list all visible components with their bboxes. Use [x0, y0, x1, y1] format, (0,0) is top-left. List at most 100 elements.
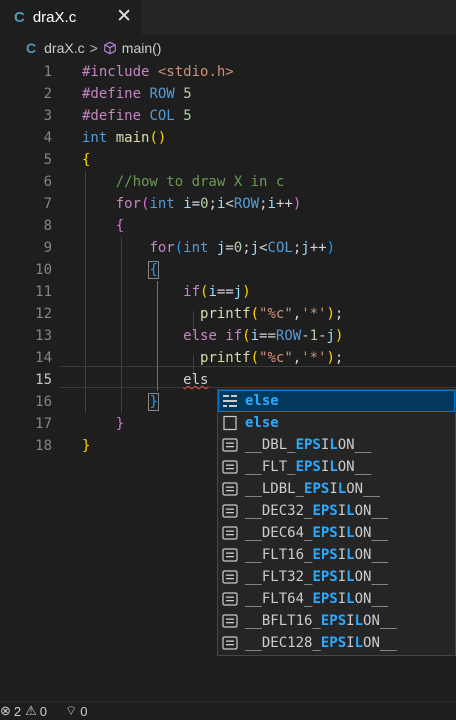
suggestion-item[interactable]: __DEC32_EPSILON__ — [218, 500, 455, 522]
code-line[interactable]: 1 #include <stdio.h> — [0, 61, 456, 83]
code-text: { — [148, 261, 159, 279]
code-line[interactable]: 5{ — [0, 149, 456, 171]
code-line[interactable]: 6 //how to draw X in c — [0, 171, 456, 193]
suggestion-label: __BFLT16_EPSILON__ — [245, 613, 397, 629]
suggestion-item[interactable]: __FLT64_EPSILON__ — [218, 588, 455, 610]
code-line[interactable]: 4 int main() — [0, 127, 456, 149]
code-line[interactable]: 3 #define COL 5 — [0, 105, 456, 127]
constant-icon — [221, 503, 239, 519]
code-text: //how to draw X in c — [115, 174, 285, 190]
constant-icon — [221, 635, 239, 651]
code-text: for(int j=0;j<COL;j++) — [149, 240, 335, 256]
warning-icon: ⚠ — [25, 703, 37, 718]
code-line[interactable]: 9 for(int j=0;j<COL;j++) — [0, 237, 456, 259]
breadcrumb-symbol[interactable]: main() — [122, 40, 162, 56]
ports-indicator[interactable]: ⌔ 0 — [65, 703, 87, 719]
code-text: #define ROW 5 — [82, 86, 192, 102]
code-text: } — [115, 416, 125, 432]
line-number: 12 — [35, 306, 52, 322]
suggestion-widget: else else __DBL_EPSILON__ __FLT_EPSILON__ __… — [217, 389, 456, 656]
line-number: 2 — [43, 86, 52, 102]
suggestion-item[interactable]: __DEC64_EPSILON__ — [218, 522, 455, 544]
suggestion-item[interactable]: __LDBL_EPSILON__ — [218, 478, 455, 500]
method-cube-icon — [103, 41, 116, 55]
code-line[interactable]: 8 { — [0, 215, 456, 237]
constant-icon — [221, 569, 239, 585]
suggestion-label: __FLT16_EPSILON__ — [245, 547, 389, 563]
code-text: { — [115, 218, 125, 234]
status-bar: ⊗ 2 ⚠ 0 ⌔ 0 — [0, 701, 456, 720]
line-number: 13 — [35, 328, 52, 344]
suggestion-item[interactable]: __FLT_EPSILON__ — [218, 456, 455, 478]
close-icon[interactable]: ✕ — [116, 7, 132, 26]
suggestion-label: __DEC64_EPSILON__ — [245, 525, 389, 541]
keyword-icon — [221, 415, 239, 431]
code-line[interactable]: 10 { — [0, 259, 456, 281]
suggestion-item[interactable]: __FLT16_EPSILON__ — [218, 544, 455, 566]
suggestion-label: __DBL_EPSILON__ — [245, 437, 372, 453]
error-count: 2 — [13, 703, 22, 719]
suggestion-label: __FLT_EPSILON__ — [245, 459, 372, 475]
suggestion-label: __LDBL_EPSILON__ — [245, 481, 380, 497]
breadcrumb: C draX.c > main() — [0, 36, 456, 60]
code-text: printf("%c",'*'); — [200, 306, 344, 322]
suggestion-item[interactable]: __DEC128_EPSILON__ — [218, 632, 455, 654]
suggestion-item[interactable]: __BFLT16_EPSILON__ — [218, 610, 455, 632]
constant-icon — [221, 547, 239, 563]
code-line[interactable]: 15 els — [0, 369, 456, 391]
code-text: } — [148, 393, 159, 411]
suggestion-label: else — [245, 415, 279, 431]
code-text: if(i==j) — [183, 284, 251, 300]
code-line[interactable]: 14 printf("%c",'*'); — [0, 347, 456, 369]
tab-title: draX.c — [32, 9, 77, 26]
line-number: 3 — [43, 108, 52, 124]
code-line[interactable]: 2 #define ROW 5 — [0, 83, 456, 105]
line-number: 9 — [43, 240, 52, 256]
suggestion-label: __DEC32_EPSILON__ — [245, 503, 389, 519]
problems-indicator[interactable]: ⊗ 2 ⚠ 0 — [0, 703, 47, 719]
broadcast-icon: ⌔ — [65, 703, 78, 718]
line-number: 10 — [35, 262, 52, 278]
line-number: 1 — [43, 64, 52, 80]
suggestion-item[interactable]: else — [218, 390, 455, 412]
line-number: 14 — [35, 350, 52, 366]
line-number: 16 — [35, 394, 52, 410]
line-number: 5 — [43, 152, 52, 168]
line-number: 8 — [43, 218, 52, 234]
suggestion-item[interactable]: __FLT32_EPSILON__ — [218, 566, 455, 588]
constant-icon — [221, 459, 239, 475]
code-text: els — [183, 372, 209, 388]
c-file-icon: C — [26, 40, 37, 56]
suggestion-label: __DEC128_EPSILON__ — [245, 635, 397, 651]
constant-icon — [221, 613, 239, 629]
breadcrumb-separator: > — [89, 40, 98, 56]
suggestion-label: __FLT32_EPSILON__ — [245, 569, 389, 585]
c-file-icon: C — [14, 9, 25, 26]
error-icon: ⊗ — [0, 703, 11, 718]
code-line[interactable]: 13 else if(i==ROW-1-j) — [0, 325, 456, 347]
code-text: #define COL 5 — [82, 108, 192, 124]
constant-icon — [221, 591, 239, 607]
line-number: 7 — [43, 196, 52, 212]
code-text: { — [82, 152, 91, 168]
line-number: 17 — [35, 416, 52, 432]
constant-icon — [221, 481, 239, 497]
code-line[interactable]: 11 if(i==j) — [0, 281, 456, 303]
line-number: 18 — [35, 438, 52, 454]
suggestion-item[interactable]: __DBL_EPSILON__ — [218, 434, 455, 456]
tab-drax-c[interactable]: C draX.c ✕ — [0, 0, 142, 35]
code-text: #include <stdio.h> — [82, 64, 234, 80]
line-number: 4 — [43, 130, 52, 146]
code-text: for(int i=0;i<ROW;i++) — [115, 196, 302, 212]
suggestion-item[interactable]: else — [218, 412, 455, 434]
line-number: 15 — [35, 372, 52, 388]
suggestion-label: __FLT64_EPSILON__ — [245, 591, 389, 607]
line-number: 6 — [43, 174, 52, 190]
suggestion-label: else — [245, 393, 279, 409]
code-text: int main() — [82, 130, 167, 146]
code-line[interactable]: 12 printf("%c",'*'); — [0, 303, 456, 325]
breadcrumb-file[interactable]: draX.c — [44, 40, 84, 56]
code-line[interactable]: 7 for(int i=0;i<ROW;i++) — [0, 193, 456, 215]
warning-count: 0 — [39, 703, 48, 719]
snippet-icon — [221, 393, 239, 409]
